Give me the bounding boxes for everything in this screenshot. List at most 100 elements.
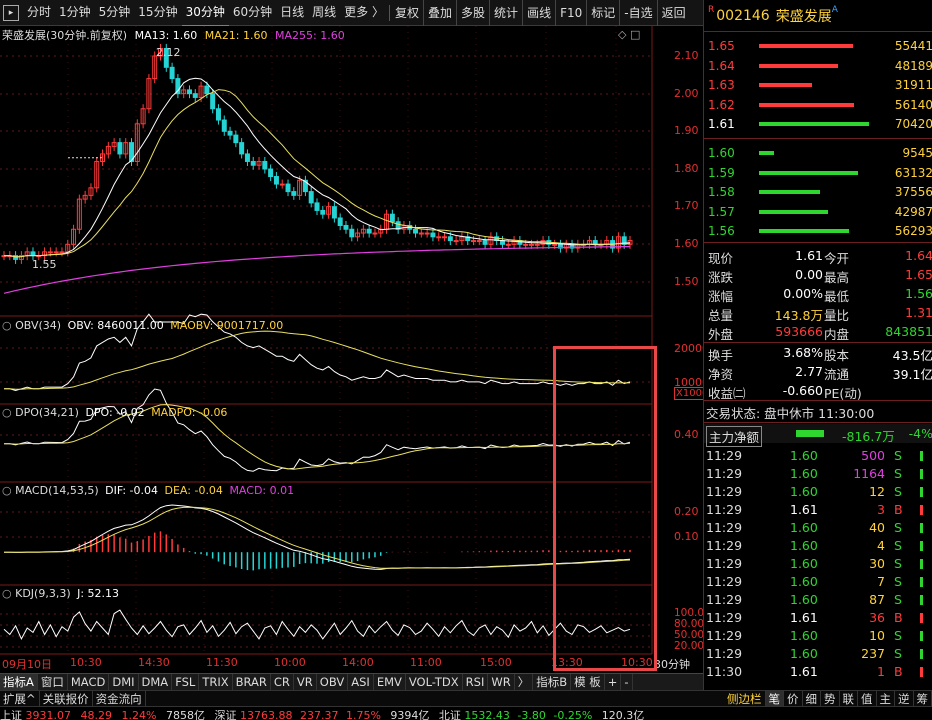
tool-button-3[interactable]: 统计	[489, 0, 522, 26]
extension-tab-2[interactable]: 资金流向	[93, 690, 146, 707]
candle-body	[210, 93, 216, 110]
candle-body	[424, 232, 430, 235]
extension-tab-0[interactable]: 扩展^	[0, 690, 40, 707]
madpo-value: MADPO: -0.06	[151, 406, 228, 419]
bid-row[interactable]: 1.58 37556	[704, 182, 932, 201]
tick-flag	[920, 631, 923, 641]
quote-header: R 002146 荣盛发展 A	[704, 0, 932, 32]
kline-chart-area[interactable]: 荣盛发展(30分钟.前复权) MA13: 1.60 MA21: 1.60 MA2…	[0, 26, 711, 673]
period-3[interactable]: 15分钟	[134, 0, 181, 27]
kdj-header: ○ KDJ(9,3,3) J: 52.13	[2, 587, 119, 600]
period-0[interactable]: 分时	[23, 0, 55, 27]
sidebar-tab-1[interactable]: 笔	[765, 690, 784, 707]
ask-volume-bar	[759, 44, 853, 48]
stock-name[interactable]: 荣盛发展	[776, 6, 832, 26]
indicator-tab-17[interactable]: 指标B	[533, 674, 572, 690]
indicator-tab-3[interactable]: DMI	[109, 674, 139, 690]
ask-row[interactable]: 1.64 48189	[704, 56, 932, 75]
tick-price: 1.60	[790, 484, 818, 499]
dpo-collapse-icon[interactable]: ○	[2, 406, 12, 419]
candle-body	[476, 240, 482, 243]
tick-flag	[920, 541, 923, 551]
indicator-tab-6[interactable]: TRIX	[199, 674, 233, 690]
sh-index-change: 48.29	[80, 709, 113, 720]
period-6[interactable]: 日线	[276, 0, 308, 27]
indicator-tab-8[interactable]: CR	[271, 674, 294, 690]
stats-divider	[704, 400, 932, 401]
sidebar-tab-7[interactable]: 主	[877, 690, 895, 707]
indicator-tab-11[interactable]: ASI	[348, 674, 374, 690]
sidebar-tab-5[interactable]: 联	[840, 690, 858, 707]
tick-volume: 237	[861, 646, 885, 661]
tool-button-5[interactable]: F10	[555, 0, 586, 26]
indicator-tab-18[interactable]: 模 板	[571, 674, 605, 690]
bid-price: 1.60	[708, 146, 735, 160]
bz-index-label[interactable]: 北证	[439, 709, 461, 720]
obv-value: OBV: 8460011.00	[67, 319, 164, 332]
stats-divider	[704, 422, 932, 423]
chart-window-controls[interactable]: ◇ □	[618, 28, 640, 41]
tool-button-4[interactable]: 画线	[522, 0, 555, 26]
period-8[interactable]: 更多 〉	[340, 0, 388, 27]
bid-row[interactable]: 1.59 63132	[704, 163, 932, 182]
indicator-tab-10[interactable]: OBV	[317, 674, 349, 690]
tick-volume: 1	[877, 664, 885, 679]
period-5[interactable]: 60分钟	[229, 0, 276, 27]
indicator-tab-0[interactable]: 指标A	[0, 674, 38, 690]
tool-button-8[interactable]: 返回	[656, 0, 690, 26]
tool-button-1[interactable]: 叠加	[423, 0, 456, 26]
period-2[interactable]: 5分钟	[95, 0, 135, 27]
tool-button-7[interactable]: -自选	[619, 0, 656, 26]
obv-collapse-icon[interactable]: ○	[2, 319, 12, 332]
bid-price: 1.58	[708, 185, 735, 199]
sidebar-tab-4[interactable]: 势	[821, 690, 840, 707]
indicator-tab-9[interactable]: VR	[294, 674, 317, 690]
extension-tab-1[interactable]: 关联报价	[40, 690, 93, 707]
maobv-value: MAOBV: 9001717.00	[170, 319, 284, 332]
indicator-tab-5[interactable]: FSL	[172, 674, 200, 690]
stat-label: 外盘	[708, 327, 734, 342]
sidebar-tab-3[interactable]: 细	[803, 690, 821, 707]
candle-body	[320, 209, 326, 215]
indicator-tab-19[interactable]: +	[605, 674, 622, 690]
tool-button-2[interactable]: 多股	[456, 0, 489, 26]
indicator-tab-2[interactable]: MACD	[68, 674, 110, 690]
sz-index-label[interactable]: 深证	[214, 709, 236, 720]
period-7[interactable]: 周线	[308, 0, 340, 27]
ask-row[interactable]: 1.62 56140	[704, 95, 932, 114]
bid-row[interactable]: 1.57 42987	[704, 202, 932, 221]
bid-row[interactable]: 1.60 9545	[704, 143, 932, 162]
period-1[interactable]: 1分钟	[55, 0, 95, 27]
indicator-tab-14[interactable]: RSI	[463, 674, 489, 690]
sidebar-tab-2[interactable]: 价	[784, 690, 803, 707]
ask-row[interactable]: 1.63 31911	[704, 75, 932, 94]
sidebar-tab-8[interactable]: 逆	[895, 690, 914, 707]
bid-row[interactable]: 1.56 56293	[704, 221, 932, 240]
tool-button-0[interactable]: 复权	[391, 0, 423, 26]
sidebar-tab-0[interactable]: 侧边栏	[724, 690, 766, 707]
indicator-tab-1[interactable]: 窗口	[38, 674, 68, 690]
tick-flag	[920, 595, 923, 605]
indicator-tab-16[interactable]: 〉	[515, 674, 534, 690]
tick-volume: 36	[869, 610, 885, 625]
indicator-tab-20[interactable]: -	[621, 674, 633, 690]
indicator-tab-13[interactable]: VOL-TDX	[406, 674, 463, 690]
tool-button-6[interactable]: 标记	[586, 0, 619, 26]
ask-row[interactable]: 1.61 70420	[704, 114, 932, 133]
menu-toggle-icon[interactable]: ▸	[3, 4, 19, 21]
sidebar-tab-9[interactable]: 筹	[914, 690, 932, 707]
macd-collapse-icon[interactable]: ○	[2, 484, 12, 497]
ask-row[interactable]: 1.65 55441	[704, 36, 932, 55]
indicator-tab-7[interactable]: BRAR	[233, 674, 271, 690]
quote-stat-row: 现价 1.61 今开 1.64	[704, 246, 932, 266]
kdj-collapse-icon[interactable]: ○	[2, 587, 12, 600]
indicator-tab-15[interactable]: WR	[488, 674, 515, 690]
ask-price: 1.64	[708, 58, 735, 73]
indicator-tab-12[interactable]: EMV	[374, 674, 406, 690]
indicator-tab-4[interactable]: DMA	[139, 674, 173, 690]
sh-index-label[interactable]: 上证	[0, 709, 22, 720]
ma21-line	[4, 89, 630, 258]
sidebar-tab-6[interactable]: 值	[858, 690, 877, 707]
stat-value: -0.660	[782, 383, 823, 398]
period-4[interactable]: 30分钟	[181, 0, 229, 27]
